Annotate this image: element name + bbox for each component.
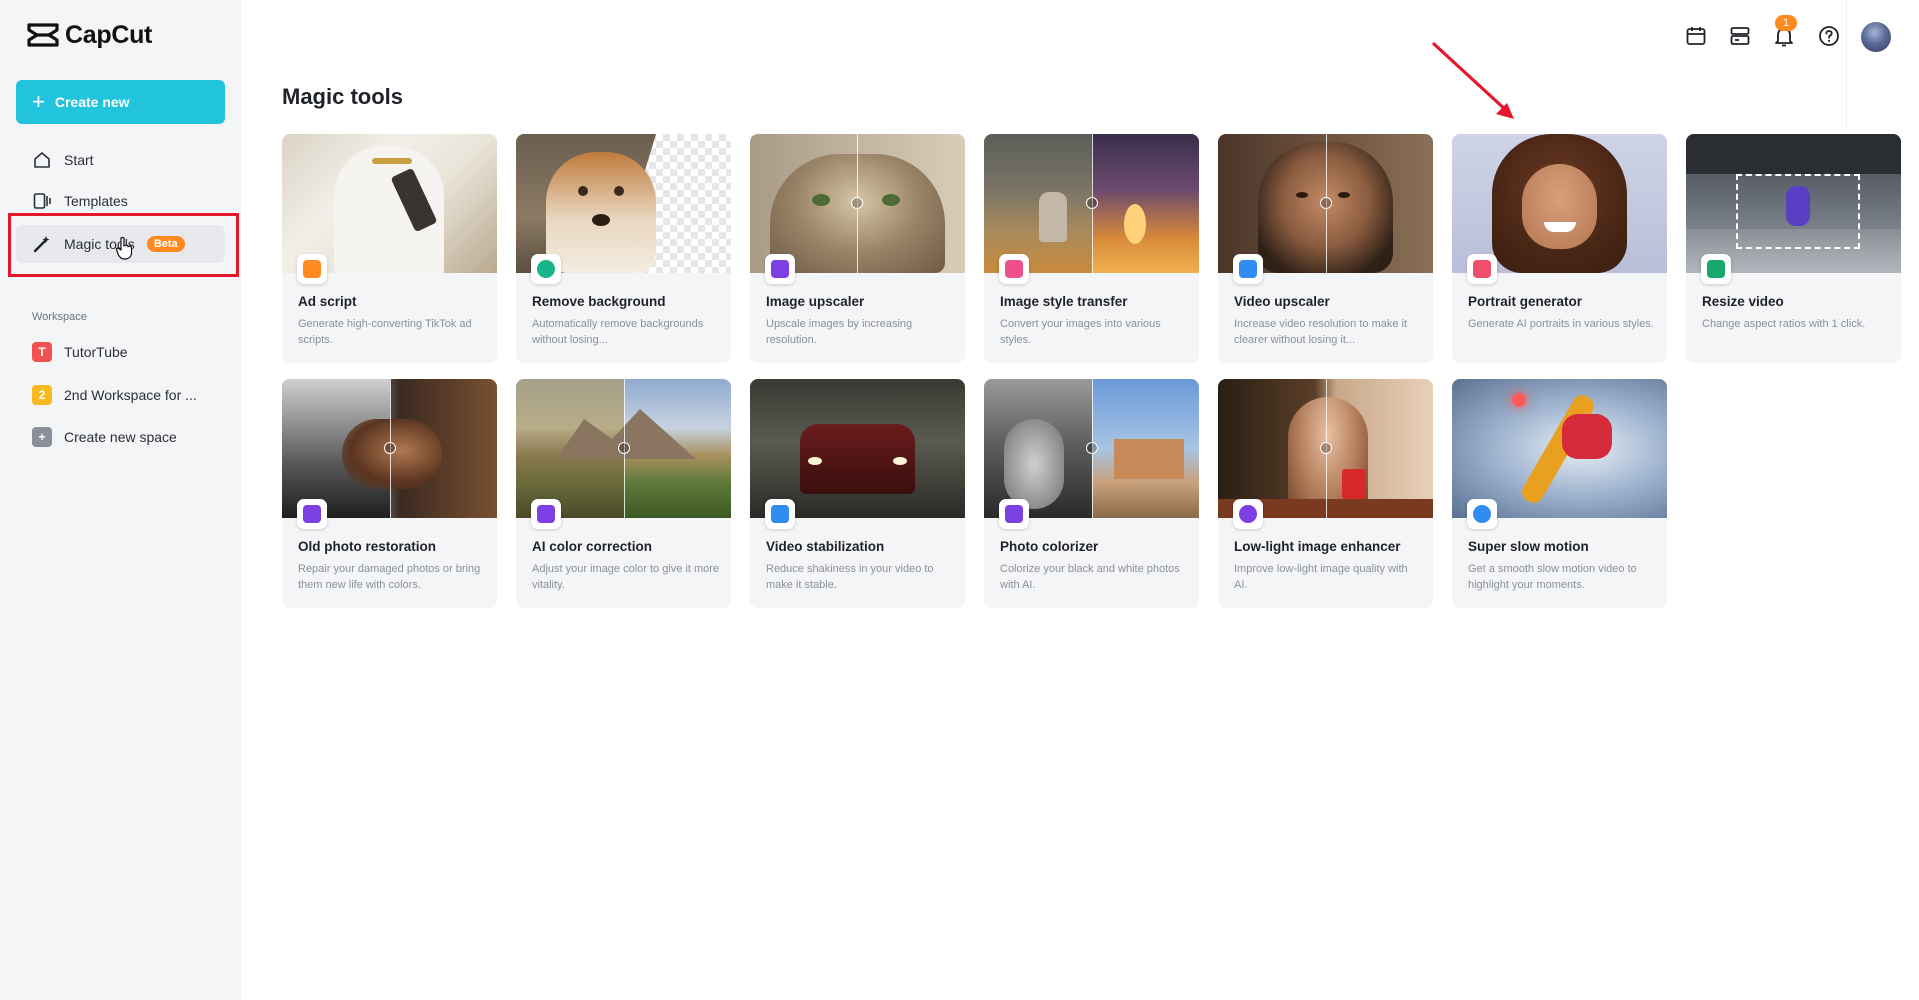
create-new-button[interactable]: + Create new	[16, 80, 225, 124]
user-avatar[interactable]	[1861, 22, 1891, 52]
tool-card-ai-color-correction[interactable]: AI color correction Adjust your image co…	[516, 379, 731, 608]
sidebar-item-start[interactable]: Start	[16, 141, 225, 179]
tool-description: Upscale images by increasing resolution.	[766, 318, 913, 346]
tool-thumbnail	[1218, 134, 1433, 273]
tool-title: Old photo restoration	[298, 539, 436, 554]
tool-title: Remove background	[532, 294, 666, 309]
moon-enhance-icon	[1233, 499, 1263, 529]
tool-description: Generate AI portraits in various styles.	[1468, 318, 1654, 330]
storage-icon[interactable]	[1728, 24, 1752, 48]
tool-card-low-light-image-enhancer[interactable]: Low-light image enhancer Improve low-lig…	[1218, 379, 1433, 608]
tool-thumbnail	[282, 134, 497, 273]
style-transfer-icon	[999, 254, 1029, 284]
tool-title: Video upscaler	[1234, 294, 1330, 309]
sidebar: CapCut + Create new Start Templates Magi…	[0, 0, 241, 1000]
sidebar-item-label: Start	[64, 152, 94, 168]
tool-thumbnail	[1452, 134, 1667, 273]
tool-title: Image style transfer	[1000, 294, 1128, 309]
topbar-divider	[1846, 0, 1847, 128]
portrait-icon	[1467, 254, 1497, 284]
tool-thumbnail	[516, 379, 731, 518]
tool-title: Super slow motion	[1468, 539, 1589, 554]
tool-card-image-style-transfer[interactable]: Image style transfer Convert your images…	[984, 134, 1199, 363]
plus-icon: +	[32, 89, 45, 114]
help-icon[interactable]	[1817, 24, 1841, 48]
plus-icon: +	[32, 427, 52, 447]
annotation-arrow-icon	[1432, 42, 1514, 119]
color-correction-icon	[531, 499, 561, 529]
workspace-avatar: T	[32, 342, 52, 362]
tool-title: Ad script	[298, 294, 357, 309]
notification-badge: 1	[1775, 15, 1797, 31]
workspace-label: TutorTube	[64, 344, 128, 360]
resize-icon	[1701, 254, 1731, 284]
tool-description: Colorize your black and white photos wit…	[1000, 563, 1180, 591]
tool-title: Portrait generator	[1468, 294, 1583, 309]
tool-card-video-upscaler[interactable]: Video upscaler Increase video resolution…	[1218, 134, 1433, 363]
tool-description: Automatically remove backgrounds without…	[532, 318, 704, 346]
create-new-label: Create new	[54, 94, 130, 110]
workspace-section-title: Workspace	[32, 311, 87, 323]
hand-cursor-icon	[115, 236, 133, 260]
workspace-item-tutortube[interactable]: T TutorTube	[32, 339, 128, 365]
tool-card-ad-script[interactable]: Ad script Generate high-converting TikTo…	[282, 134, 497, 363]
photo-restore-icon	[297, 499, 327, 529]
capcut-logo-icon	[27, 23, 59, 47]
slow-motion-icon	[1467, 499, 1497, 529]
tool-title: Video stabilization	[766, 539, 885, 554]
tool-description: Generate high-converting TikTok ad scrip…	[298, 318, 472, 346]
tool-description: Repair your damaged photos or bring them…	[298, 563, 481, 591]
tool-thumbnail	[1218, 379, 1433, 518]
tool-card-video-stabilization[interactable]: Video stabilization Reduce shakiness in …	[750, 379, 965, 608]
tool-title: Photo colorizer	[1000, 539, 1099, 554]
workspace-label: 2nd Workspace for ...	[64, 387, 197, 403]
tool-thumbnail	[984, 134, 1199, 273]
tool-title: Resize video	[1702, 294, 1784, 309]
create-new-space-button[interactable]: + Create new space	[32, 424, 177, 450]
tool-description: Get a smooth slow motion video to highli…	[1468, 563, 1637, 591]
tool-title: Image upscaler	[766, 294, 865, 309]
workspace-label: Create new space	[64, 429, 177, 445]
tool-thumbnail	[1686, 134, 1901, 273]
sidebar-item-label: Templates	[64, 193, 128, 209]
tool-thumbnail	[750, 134, 965, 273]
tool-thumbnail	[516, 134, 731, 273]
calendar-icon[interactable]	[1684, 24, 1708, 48]
tool-description: Change aspect ratios with 1 click.	[1702, 318, 1866, 330]
tool-description: Convert your images into various styles.	[1000, 318, 1161, 346]
tool-description: Adjust your image color to give it more …	[532, 563, 720, 591]
tool-thumbnail	[1452, 379, 1667, 518]
tool-card-remove-background[interactable]: Remove background Automatically remove b…	[516, 134, 731, 363]
tool-thumbnail	[750, 379, 965, 518]
workspace-item-2nd[interactable]: 2 2nd Workspace for ...	[32, 382, 197, 408]
stabilize-icon	[765, 499, 795, 529]
tool-card-old-photo-restoration[interactable]: Old photo restoration Repair your damage…	[282, 379, 497, 608]
workspace-avatar: 2	[32, 385, 52, 405]
tool-card-super-slow-motion[interactable]: Super slow motion Get a smooth slow moti…	[1452, 379, 1667, 608]
tool-thumbnail	[282, 379, 497, 518]
tool-description: Increase video resolution to make it cle…	[1234, 318, 1408, 346]
tool-title: AI color correction	[532, 539, 653, 554]
tool-card-resize-video[interactable]: Resize video Change aspect ratios with 1…	[1686, 134, 1901, 363]
tool-thumbnail	[984, 379, 1199, 518]
colorize-icon	[999, 499, 1029, 529]
upscale-4k-icon	[765, 254, 795, 284]
templates-icon	[33, 193, 51, 209]
tool-card-photo-colorizer[interactable]: Photo colorizer Colorize your black and …	[984, 379, 1199, 608]
person-cutout-icon	[531, 254, 561, 284]
tool-title: Low-light image enhancer	[1234, 539, 1401, 554]
tool-description: Improve low-light image quality with AI.	[1234, 563, 1408, 591]
tool-description: Reduce shakiness in your video to make i…	[766, 563, 934, 591]
app-name: CapCut	[65, 20, 153, 49]
tool-card-image-upscaler[interactable]: Image upscaler Upscale images by increas…	[750, 134, 965, 363]
script-icon	[297, 254, 327, 284]
video-upscale-icon	[1233, 254, 1263, 284]
home-icon	[34, 152, 50, 168]
capcut-logo[interactable]: CapCut	[27, 20, 152, 50]
page-title: Magic tools	[282, 84, 404, 109]
tool-card-portrait-generator[interactable]: Portrait generator Generate AI portraits…	[1452, 134, 1667, 363]
